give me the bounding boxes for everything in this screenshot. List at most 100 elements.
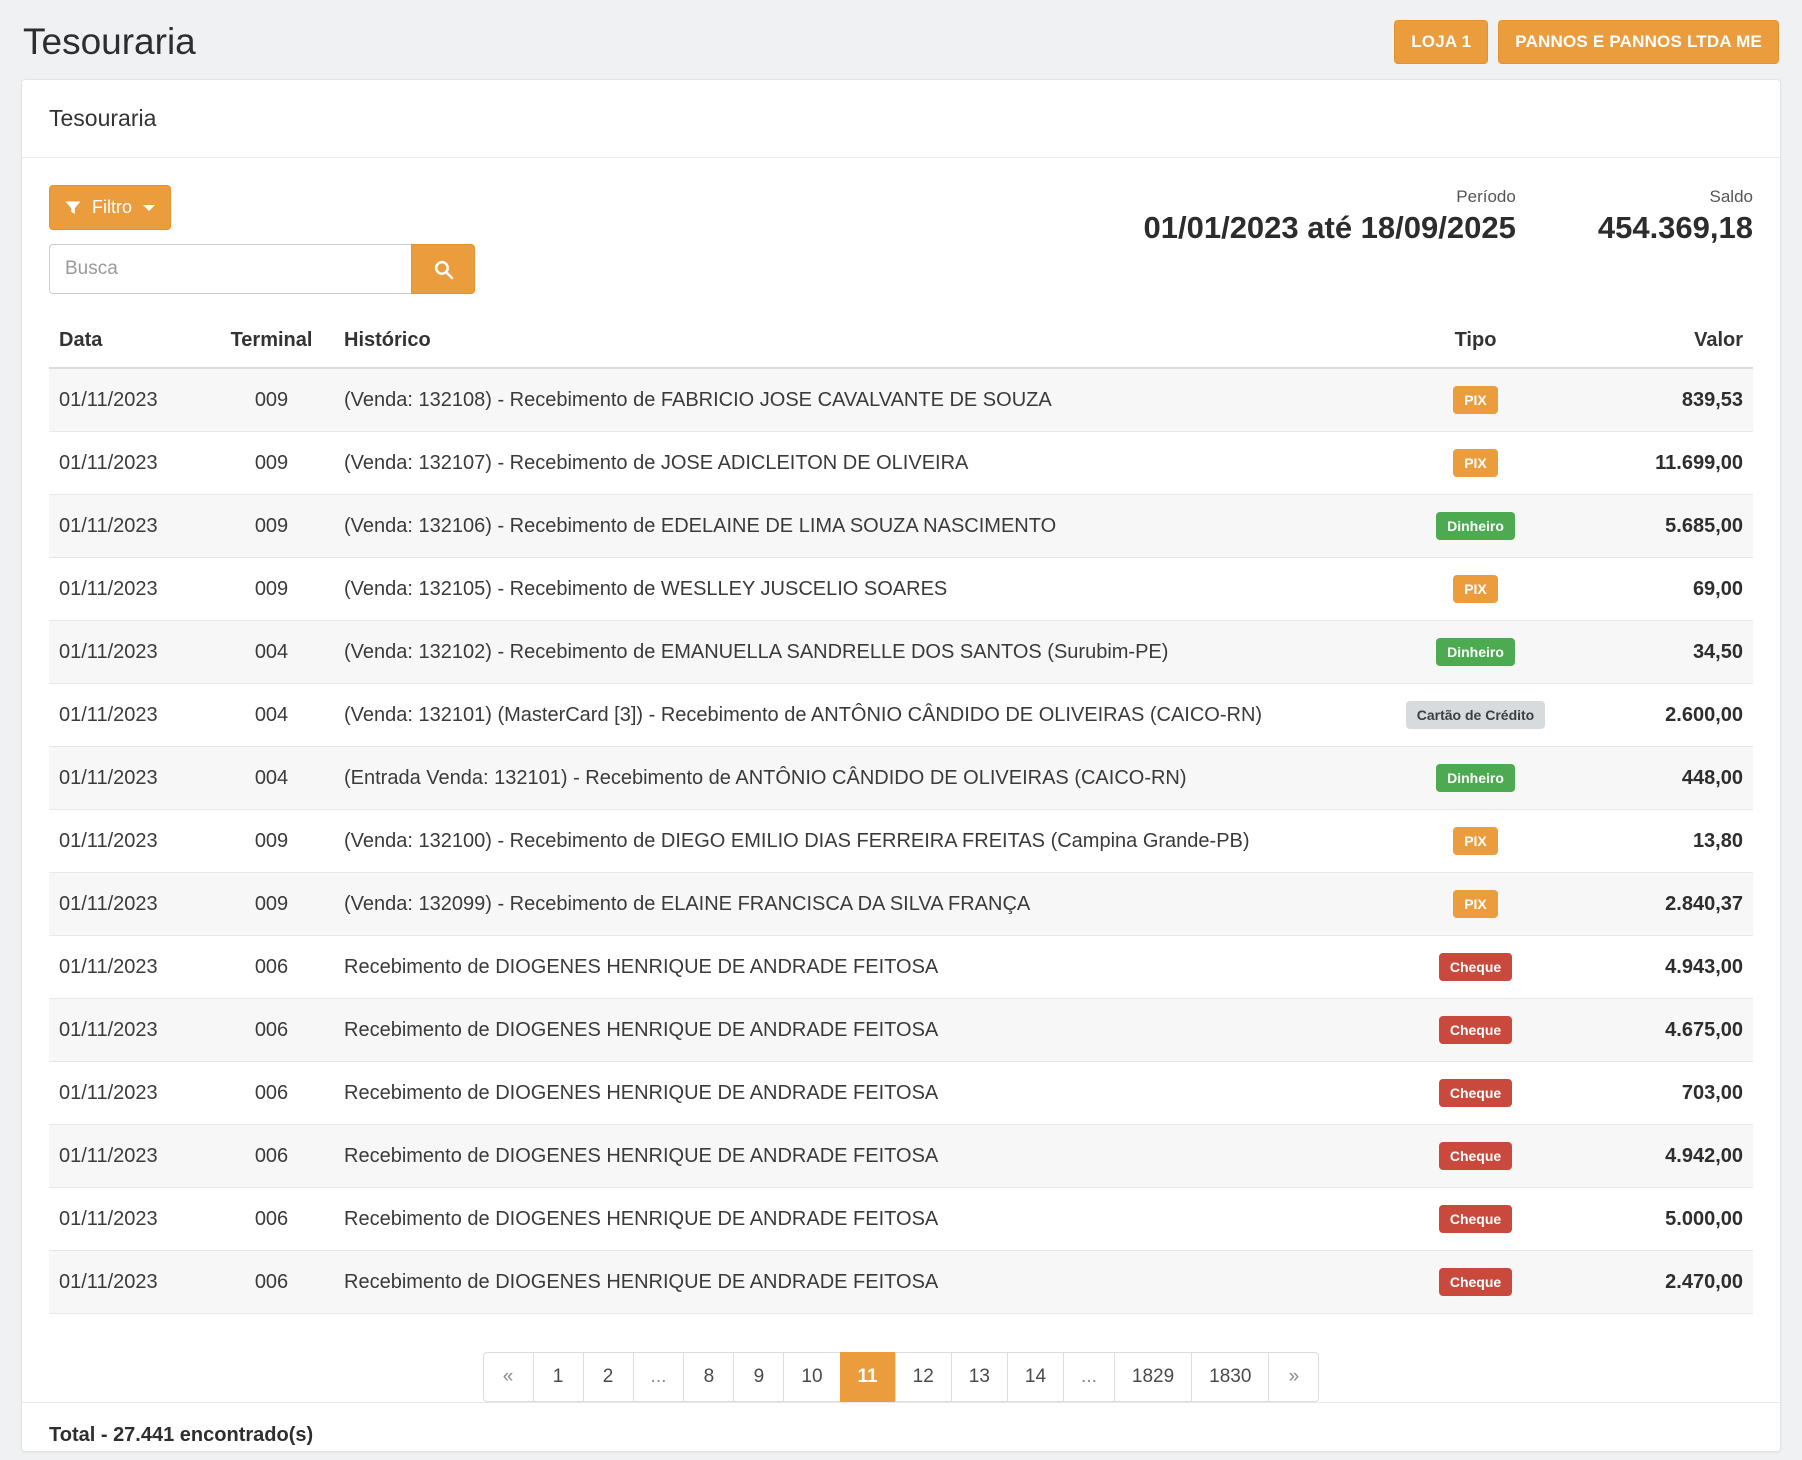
cell-data: 01/11/2023: [49, 1062, 209, 1125]
cell-valor: 839,53: [1593, 368, 1753, 432]
cell-historico: (Venda: 132106) - Recebimento de EDELAIN…: [334, 495, 1358, 558]
cell-historico: (Venda: 132102) - Recebimento de EMANUEL…: [334, 621, 1358, 684]
payment-type-badge: Cartão de Crédito: [1406, 701, 1545, 729]
search-input[interactable]: [49, 244, 411, 294]
cell-tipo: Cheque: [1358, 1062, 1593, 1125]
payment-type-badge: Cheque: [1439, 1016, 1512, 1044]
search-button[interactable]: [411, 244, 475, 294]
store-button[interactable]: LOJA 1: [1394, 20, 1488, 64]
cell-valor: 5.685,00: [1593, 495, 1753, 558]
payment-type-badge: Cheque: [1439, 1205, 1512, 1233]
cell-data: 01/11/2023: [49, 1188, 209, 1251]
cell-tipo: Dinheiro: [1358, 747, 1593, 810]
cell-historico: (Venda: 132099) - Recebimento de ELAINE …: [334, 873, 1358, 936]
period-label: Período: [1144, 187, 1516, 207]
total-count: Total - 27.441 encontrado(s): [22, 1402, 1780, 1452]
pagination-page-2[interactable]: 2: [583, 1352, 634, 1402]
pagination-page-1829[interactable]: 1829: [1114, 1352, 1192, 1402]
cell-terminal: 004: [209, 747, 334, 810]
table-row: 01/11/2023 006 Recebimento de DIOGENES H…: [49, 1062, 1753, 1125]
pagination-page-1830[interactable]: 1830: [1191, 1352, 1269, 1402]
page-header: Tesouraria LOJA 1 PANNOS E PANNOS LTDA M…: [21, 0, 1781, 79]
cell-valor: 2.600,00: [1593, 684, 1753, 747]
cell-valor: 34,50: [1593, 621, 1753, 684]
pagination-page-1[interactable]: 1: [533, 1352, 584, 1402]
pagination-page-9[interactable]: 9: [733, 1352, 784, 1402]
cell-historico: (Venda: 132101) (MasterCard [3]) - Receb…: [334, 684, 1358, 747]
cell-data: 01/11/2023: [49, 495, 209, 558]
cell-valor: 703,00: [1593, 1062, 1753, 1125]
column-header-terminal: Terminal: [209, 314, 334, 368]
cell-tipo: Cheque: [1358, 936, 1593, 999]
pagination-page-12[interactable]: 12: [895, 1352, 952, 1402]
cell-historico: (Entrada Venda: 132101) - Recebimento de…: [334, 747, 1358, 810]
table-row: 01/11/2023 009 (Venda: 132107) - Recebim…: [49, 432, 1753, 495]
payment-type-badge: Dinheiro: [1436, 638, 1515, 666]
table-row: 01/11/2023 004 (Venda: 132102) - Recebim…: [49, 621, 1753, 684]
cell-tipo: Cheque: [1358, 1188, 1593, 1251]
filter-button[interactable]: Filtro: [49, 185, 171, 230]
page: Tesouraria LOJA 1 PANNOS E PANNOS LTDA M…: [0, 0, 1802, 1460]
cell-data: 01/11/2023: [49, 873, 209, 936]
cell-tipo: PIX: [1358, 432, 1593, 495]
cell-terminal: 009: [209, 432, 334, 495]
column-header-historico: Histórico: [334, 314, 1358, 368]
payment-type-badge: PIX: [1453, 890, 1498, 918]
table-row: 01/11/2023 004 (Entrada Venda: 132101) -…: [49, 747, 1753, 810]
cell-tipo: Dinheiro: [1358, 495, 1593, 558]
period-stat: Período 01/01/2023 até 18/09/2025: [1144, 187, 1516, 246]
cell-terminal: 006: [209, 999, 334, 1062]
cell-data: 01/11/2023: [49, 684, 209, 747]
cell-terminal: 006: [209, 1062, 334, 1125]
cell-data: 01/11/2023: [49, 432, 209, 495]
cell-terminal: 009: [209, 368, 334, 432]
page-title: Tesouraria: [23, 21, 196, 63]
table-header-row: DataTerminalHistóricoTipoValor: [49, 314, 1753, 368]
column-header-data: Data: [49, 314, 209, 368]
payment-type-badge: Cheque: [1439, 953, 1512, 981]
card-title: Tesouraria: [22, 80, 1780, 158]
cell-terminal: 009: [209, 873, 334, 936]
cell-historico: Recebimento de DIOGENES HENRIQUE DE ANDR…: [334, 1062, 1358, 1125]
pagination-page-10[interactable]: 10: [783, 1352, 840, 1402]
table-row: 01/11/2023 006 Recebimento de DIOGENES H…: [49, 999, 1753, 1062]
cell-terminal: 006: [209, 1251, 334, 1314]
table-row: 01/11/2023 006 Recebimento de DIOGENES H…: [49, 1251, 1753, 1314]
cell-terminal: 004: [209, 621, 334, 684]
pagination-page-13[interactable]: 13: [951, 1352, 1008, 1402]
cell-data: 01/11/2023: [49, 368, 209, 432]
cell-historico: Recebimento de DIOGENES HENRIQUE DE ANDR…: [334, 1125, 1358, 1188]
cell-data: 01/11/2023: [49, 747, 209, 810]
pagination-next[interactable]: »: [1268, 1352, 1319, 1402]
cell-terminal: 006: [209, 1125, 334, 1188]
filter-search-area: Filtro: [49, 185, 475, 294]
table-row: 01/11/2023 009 (Venda: 132099) - Recebim…: [49, 873, 1753, 936]
cell-terminal: 006: [209, 936, 334, 999]
cell-terminal: 004: [209, 684, 334, 747]
cell-terminal: 009: [209, 558, 334, 621]
cell-historico: Recebimento de DIOGENES HENRIQUE DE ANDR…: [334, 936, 1358, 999]
cell-valor: 5.000,00: [1593, 1188, 1753, 1251]
company-button[interactable]: PANNOS E PANNOS LTDA ME: [1498, 20, 1779, 64]
pagination-page-11[interactable]: 11: [840, 1352, 896, 1402]
pagination-page-14[interactable]: 14: [1007, 1352, 1064, 1402]
chevron-down-icon: [143, 205, 155, 211]
cell-tipo: Cartão de Crédito: [1358, 684, 1593, 747]
cell-terminal: 006: [209, 1188, 334, 1251]
pagination-ellipsis: ...: [633, 1352, 685, 1402]
pagination-prev[interactable]: «: [483, 1352, 534, 1402]
pagination: «12...891011121314...18291830»: [483, 1352, 1320, 1402]
payment-type-badge: Dinheiro: [1436, 764, 1515, 792]
tesouraria-card: Tesouraria Filtro: [21, 79, 1781, 1452]
cell-tipo: PIX: [1358, 810, 1593, 873]
payment-type-badge: PIX: [1453, 575, 1498, 603]
filter-button-label: Filtro: [92, 197, 132, 218]
cell-historico: (Venda: 132107) - Recebimento de JOSE AD…: [334, 432, 1358, 495]
header-buttons: LOJA 1 PANNOS E PANNOS LTDA ME: [1394, 20, 1779, 64]
pagination-page-8[interactable]: 8: [683, 1352, 734, 1402]
table-row: 01/11/2023 009 (Venda: 132106) - Recebim…: [49, 495, 1753, 558]
cell-tipo: Cheque: [1358, 999, 1593, 1062]
cell-tipo: Cheque: [1358, 1125, 1593, 1188]
period-value: 01/01/2023 até 18/09/2025: [1144, 210, 1516, 246]
cell-tipo: PIX: [1358, 558, 1593, 621]
